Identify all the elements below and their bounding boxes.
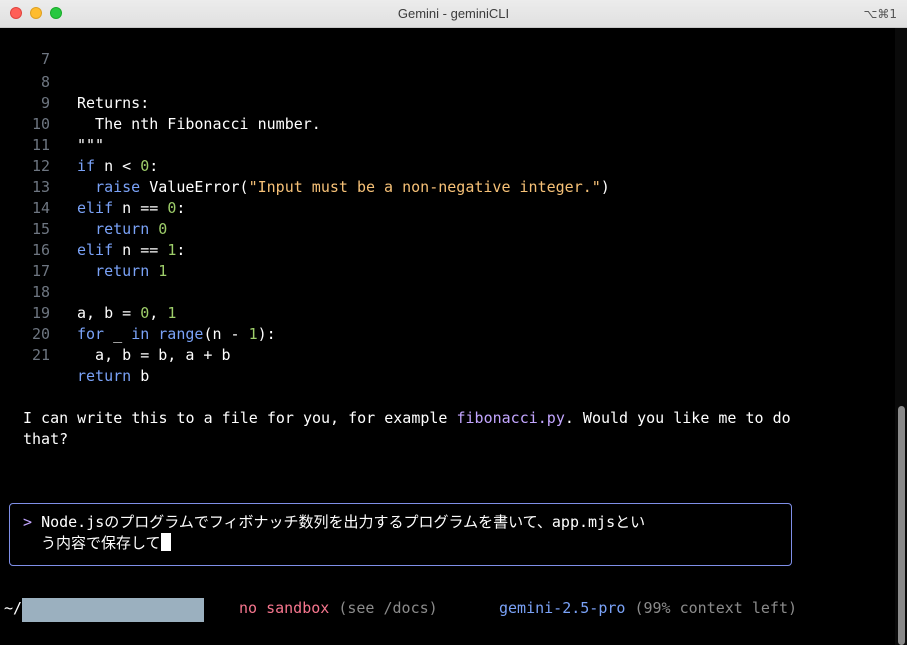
terminal-content[interactable]: 7 8 Returns: 9 The nth Fibonacci number.… (0, 28, 895, 645)
text-cursor (160, 533, 171, 551)
code-line: 11 if n < 0: (0, 114, 700, 175)
code-line: 19 for _ in range(n - 1): (0, 282, 700, 343)
code-line: 14 return 0 (0, 177, 700, 238)
code-line: 9 The nth Fibonacci number. (0, 72, 600, 133)
terminal-window: Gemini - geminiCLI ⌥⌘1 7 8 Returns: 9 Th… (0, 0, 907, 645)
code-line: 10 """ (0, 93, 600, 154)
code-text: return b (77, 367, 150, 385)
code-text: a, b = b, a + b (77, 346, 231, 364)
code-line: 8 Returns: (0, 51, 600, 112)
code-line: 7 (0, 28, 600, 68)
title-bar: Gemini - geminiCLI ⌥⌘1 (0, 0, 907, 28)
line-number: 21 (31, 346, 50, 364)
code-line: 12 raise ValueError("Input must be a non… (0, 135, 700, 196)
scrollbar-thumb[interactable] (898, 406, 905, 645)
status-model: gemini-2.5-pro (99% context left) (499, 599, 798, 617)
prompt-caret: > (23, 513, 33, 531)
scrollbar[interactable] (895, 28, 907, 645)
code-line: 17 (0, 240, 700, 280)
code-line: 15 elif n == 1: (0, 198, 700, 259)
status-sandbox: no sandbox (see /docs) (239, 599, 438, 617)
prompt-text: Node.jsのプログラムでフィボナッチ数列を出力するプログラムを書いて、app… (41, 513, 646, 531)
code-line: 18 a, b = 0, 1 (0, 261, 700, 322)
code-line: 21 return b (0, 324, 700, 385)
redacted-path (22, 598, 204, 622)
window-title: Gemini - geminiCLI (397, 6, 510, 21)
prompt-input-line[interactable]: う内容で保存して (41, 533, 781, 554)
filename-highlight: fibonacci.py (456, 409, 565, 427)
assistant-message-line: I can write this to a file for you, for … (23, 409, 791, 427)
window-shortcut: ⌥⌘1 (863, 7, 897, 21)
code-line: 13 elif n == 0: (0, 156, 700, 217)
status-cwd: ~/ (4, 599, 23, 617)
code-line: 16 return 1 (0, 219, 700, 280)
assistant-message-line: that? (23, 430, 69, 448)
code-line: 20 a, b = b, a + b (0, 303, 700, 364)
prompt-text: う内容で保存して (41, 534, 161, 552)
prompt-input-line[interactable]: > Node.jsのプログラムでフィボナッチ数列を出力するプログラムを書いて、a… (23, 512, 783, 533)
